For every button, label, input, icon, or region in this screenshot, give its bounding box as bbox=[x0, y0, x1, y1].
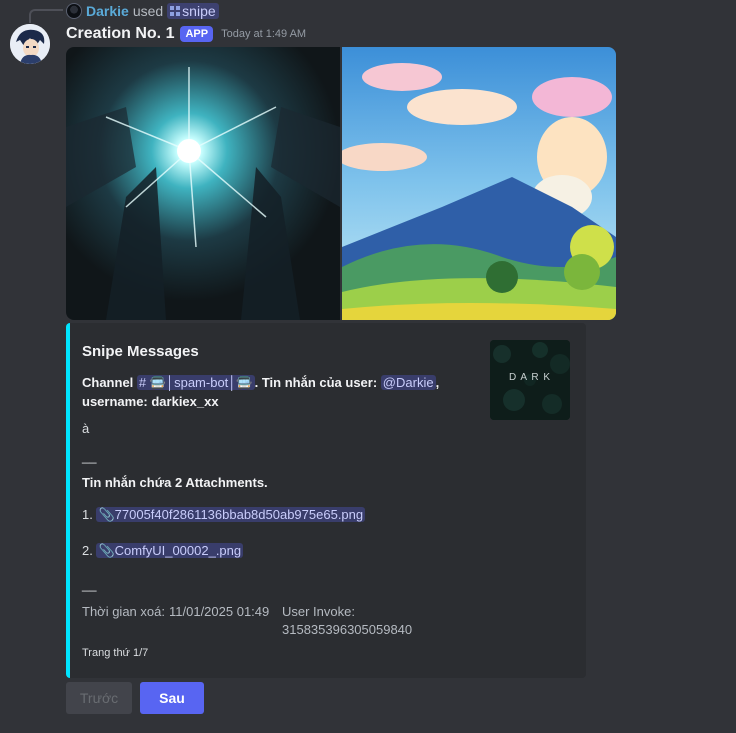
author-name[interactable]: Creation No. 1 bbox=[66, 25, 174, 43]
author-avatar[interactable] bbox=[10, 24, 50, 64]
channel-mention[interactable]: # 🚍│spam-bot│🚍 bbox=[136, 375, 255, 390]
snipe-embed: Snipe Messages Channel # 🚍│spam-bot│🚍. T… bbox=[66, 323, 586, 678]
reply-username[interactable]: Darkie bbox=[86, 3, 129, 19]
field-user-invoke-name: User Invoke: bbox=[282, 604, 355, 619]
attachment-image-2[interactable] bbox=[342, 47, 616, 320]
attachment-filename: 77005f40f2861136bbab8d50ab975e65.png bbox=[114, 507, 364, 522]
thumbnail-text: D A R K bbox=[508, 372, 551, 383]
bus-emoji: 🚍 bbox=[149, 375, 166, 390]
channel-mention-name: │spam-bot│ bbox=[165, 375, 237, 390]
reply-used-text: used bbox=[132, 3, 164, 19]
attachment-filename: ComfyUI_00002_.png bbox=[114, 543, 242, 558]
field-user-invoke-value: 315835396305059840 bbox=[282, 622, 413, 637]
message-header: Creation No. 1 APP Today at 1:49 AM bbox=[66, 24, 306, 44]
app-badge: APP bbox=[180, 26, 214, 42]
separator-2: __ bbox=[82, 577, 97, 592]
username-line: username: darkiex_xx bbox=[82, 394, 219, 409]
attachment-list-item: 2. 📎ComfyUI_00002_.png bbox=[82, 543, 244, 559]
attachment-index: 2. bbox=[82, 543, 93, 558]
embed-channel-line: Channel # 🚍│spam-bot│🚍. Tin nhắn của use… bbox=[82, 373, 482, 411]
reply-user-avatar[interactable] bbox=[66, 3, 82, 19]
slash-command-icon bbox=[170, 6, 181, 16]
attachment-link-2[interactable]: 📎ComfyUI_00002_.png bbox=[96, 543, 244, 558]
attachment-index: 1. bbox=[82, 507, 93, 522]
field-delete-time-value: 11/01/2025 01:49 bbox=[169, 604, 270, 619]
separator-1: __ bbox=[82, 449, 97, 464]
previous-page-button[interactable]: Trước bbox=[66, 682, 132, 714]
bus-emoji-2: 🚍 bbox=[236, 375, 253, 390]
message-timestamp[interactable]: Today at 1:49 AM bbox=[221, 28, 306, 40]
attachment-image-1[interactable] bbox=[66, 47, 340, 320]
slash-command-name: snipe bbox=[182, 3, 216, 19]
tin-nhan-label: . Tin nhắn của user: bbox=[254, 375, 378, 390]
paperclip-icon: 📎 bbox=[98, 507, 115, 522]
hash-icon: # bbox=[138, 375, 147, 390]
attachment-list-item: 1. 📎77005f40f2861136bbab8d50ab975e65.png bbox=[82, 507, 366, 523]
paperclip-icon: 📎 bbox=[98, 543, 115, 558]
embed-footer: Trang thứ 1/7 bbox=[82, 647, 149, 659]
attachment-link-1[interactable]: 📎77005f40f2861136bbab8d50ab975e65.png bbox=[96, 507, 366, 522]
reply-reference[interactable]: Darkie used snipe bbox=[66, 2, 219, 20]
user-mention[interactable]: @Darkie bbox=[380, 375, 436, 390]
attachments-heading: Tin nhắn chứa 2 Attachments. bbox=[82, 475, 268, 490]
slash-command-pill[interactable]: snipe bbox=[167, 3, 219, 19]
next-page-button[interactable]: Sau bbox=[140, 682, 204, 714]
embed-title: Snipe Messages bbox=[82, 343, 199, 360]
channel-label: Channel bbox=[82, 375, 134, 390]
mention-comma: , bbox=[435, 375, 440, 390]
reply-connector bbox=[29, 9, 63, 23]
embed-thumbnail[interactable]: D A R K bbox=[490, 340, 570, 420]
field-delete-time-name: Thời gian xoá: bbox=[82, 604, 165, 619]
message-content: à bbox=[82, 421, 90, 436]
